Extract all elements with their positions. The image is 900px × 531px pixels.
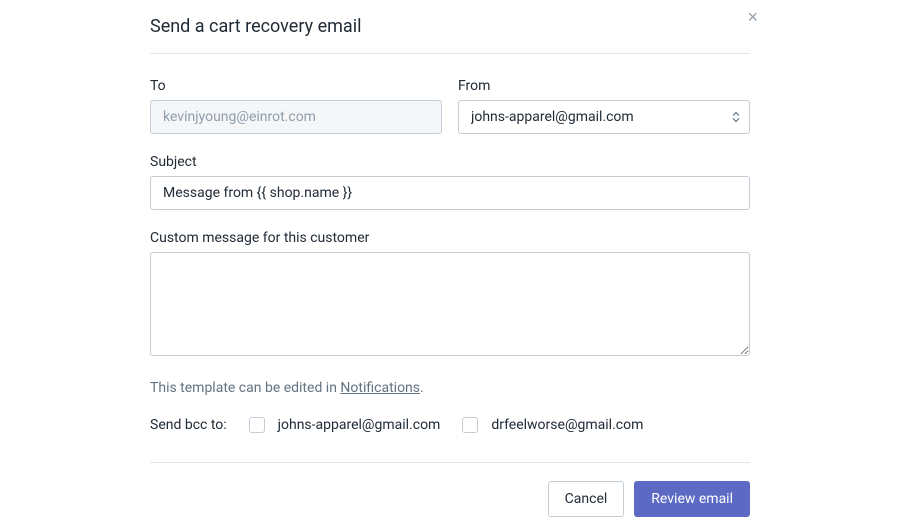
- subject-input[interactable]: [150, 176, 750, 210]
- review-email-button[interactable]: Review email: [634, 481, 750, 517]
- bcc-label: Send bcc to:: [150, 417, 227, 433]
- bcc-option-0[interactable]: johns-apparel@gmail.com: [245, 414, 441, 436]
- modal-title: Send a cart recovery email: [150, 16, 361, 37]
- send-cart-recovery-modal: Send a cart recovery email × To From joh…: [150, 0, 750, 517]
- custom-message-label: Custom message for this customer: [150, 230, 750, 246]
- modal-header: Send a cart recovery email ×: [150, 0, 750, 54]
- from-select[interactable]: johns-apparel@gmail.com: [458, 100, 750, 134]
- template-note: This template can be edited in Notificat…: [150, 380, 750, 396]
- close-icon: ×: [747, 7, 758, 27]
- note-suffix: .: [420, 380, 424, 396]
- bcc-checkbox-1[interactable]: [462, 417, 478, 433]
- bcc-checkbox-0[interactable]: [249, 417, 265, 433]
- modal-body: To From johns-apparel@gmail.com Subject: [150, 54, 750, 462]
- modal-footer: Cancel Review email: [150, 462, 750, 517]
- custom-message-textarea[interactable]: [150, 252, 750, 356]
- bcc-email-0: johns-apparel@gmail.com: [278, 417, 441, 433]
- bcc-email-1: drfeelworse@gmail.com: [491, 417, 643, 433]
- to-input: [150, 100, 442, 134]
- cancel-button[interactable]: Cancel: [548, 481, 625, 517]
- note-prefix: This template can be edited in: [150, 380, 340, 396]
- bcc-row: Send bcc to: johns-apparel@gmail.com drf…: [150, 414, 750, 436]
- subject-label: Subject: [150, 154, 750, 170]
- to-label: To: [150, 78, 442, 94]
- from-label: From: [458, 78, 750, 94]
- notifications-link[interactable]: Notifications: [340, 380, 420, 396]
- bcc-option-1[interactable]: drfeelworse@gmail.com: [458, 414, 643, 436]
- close-button[interactable]: ×: [747, 8, 758, 26]
